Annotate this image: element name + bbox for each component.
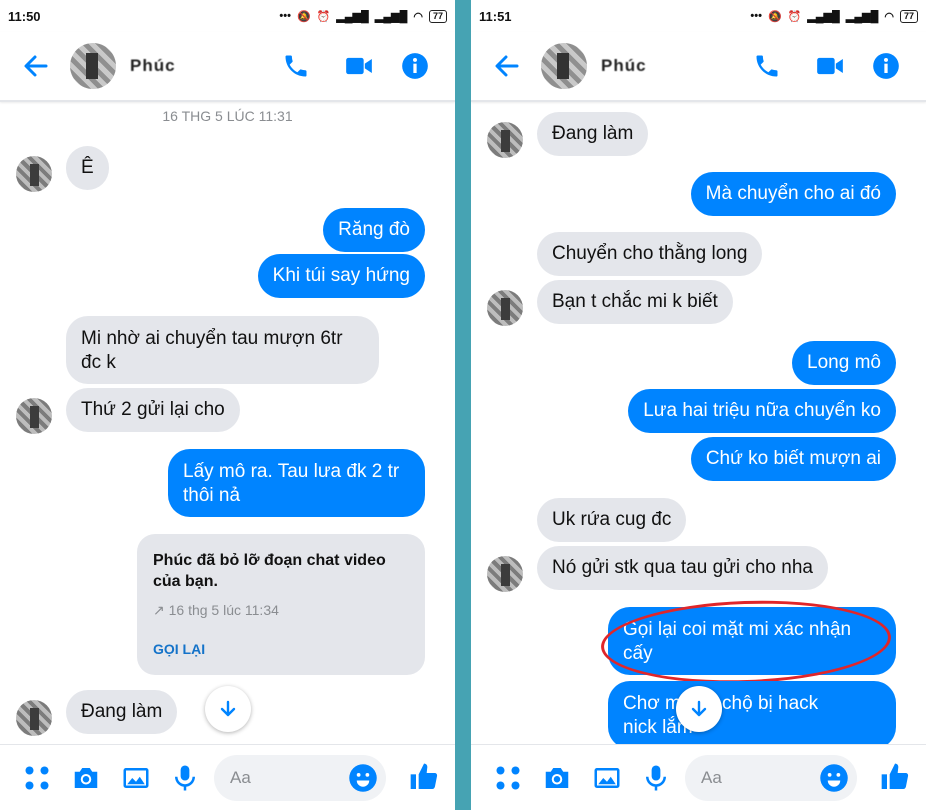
status-icons: ••• 🔕 ⏰ ▂▄▆█ ▂▄▆█ ◠ 77 <box>279 9 447 23</box>
microphone-icon[interactable] <box>170 763 200 793</box>
image-icon[interactable] <box>592 763 622 793</box>
message-outgoing[interactable]: Răng đò <box>323 208 425 252</box>
more-dots-icon: ••• <box>750 10 762 22</box>
message-incoming[interactable]: Đang làm <box>66 690 178 734</box>
phone-icon[interactable] <box>282 52 310 80</box>
message-line: Lấy mô ra. Tau lưa đk 2 tr <box>183 461 400 482</box>
signal-icon: ▂▄▆█ <box>807 10 840 23</box>
missed-call-time: ↗ 16 thg 5 lúc 11:34 <box>153 602 279 618</box>
composer-bar: Aa <box>0 744 455 810</box>
contact-avatar[interactable] <box>70 43 116 89</box>
video-camera-icon[interactable] <box>816 52 844 80</box>
message-outgoing[interactable]: Khi túi say hứng <box>257 254 425 298</box>
composer-bar: Aa <box>471 744 926 810</box>
chat-screen-right: 11:51 ••• 🔕 ⏰ ▂▄▆█ ▂▄▆█ ◠ 77 Phúc Đang l… <box>471 0 926 810</box>
message-list[interactable]: 16 THG 5 LÚC 11:31 Ê Răng đò Khi túi say… <box>0 104 455 744</box>
image-icon[interactable] <box>121 763 151 793</box>
message-incoming[interactable]: Chuyển cho thằng long <box>537 232 763 276</box>
avatar[interactable] <box>487 556 523 592</box>
back-arrow-icon[interactable] <box>491 50 523 82</box>
back-arrow-icon[interactable] <box>20 50 52 82</box>
avatar[interactable] <box>16 700 52 736</box>
conversation-header: Phúc <box>0 32 455 102</box>
message-line: nick lắm <box>623 717 693 738</box>
thumbs-up-icon[interactable] <box>408 761 440 793</box>
message-incoming[interactable]: Thứ 2 gửi lại cho <box>66 388 240 432</box>
contact-avatar[interactable] <box>541 43 587 89</box>
signal-icon-2: ▂▄▆█ <box>374 10 408 23</box>
wifi-icon: ◠ <box>413 10 423 23</box>
signal-icon: ▂▄▆█ <box>336 10 369 23</box>
contact-name[interactable]: Phúc <box>130 56 176 76</box>
contact-name[interactable]: Phúc <box>601 56 647 76</box>
info-icon[interactable] <box>872 52 900 80</box>
avatar[interactable] <box>487 290 523 326</box>
message-line: đc k <box>81 352 116 373</box>
video-camera-icon[interactable] <box>345 52 373 80</box>
status-bar: 11:51 ••• 🔕 ⏰ ▂▄▆█ ▂▄▆█ ◠ 77 <box>471 0 926 32</box>
avatar[interactable] <box>16 398 52 434</box>
message-incoming[interactable]: Bạn t chắc mi k biết <box>537 280 733 324</box>
message-outgoing[interactable]: Long mô <box>792 341 896 385</box>
arrow-down-icon <box>220 700 236 717</box>
battery-icon: 77 <box>428 9 447 23</box>
status-bar: 11:50 ••• 🔕 ⏰ ▂▄▆█ ▂▄▆█ ◠ 77 <box>0 0 455 32</box>
mute-icon: 🔕 <box>296 10 311 23</box>
status-time: 11:50 <box>8 8 41 24</box>
mute-icon: 🔕 <box>767 10 782 23</box>
arrow-down-icon <box>691 700 707 717</box>
conversation-timestamp: 16 THG 5 LÚC 11:31 <box>162 108 293 124</box>
avatar[interactable] <box>16 156 52 192</box>
alarm-icon: ⏰ <box>316 10 331 23</box>
message-incoming[interactable]: Mi nhờ ai chuyển tau mượn 6tr đc k <box>66 316 379 384</box>
message-input-placeholder: Aa <box>230 768 251 787</box>
message-outgoing[interactable]: Lấy mô ra. Tau lưa đk 2 tr thôi nả <box>168 449 425 517</box>
apps-grid-icon[interactable] <box>22 763 52 793</box>
chat-screen-left: 11:50 ••• 🔕 ⏰ ▂▄▆█ ▂▄▆█ ◠ 77 Phúc 16 THG… <box>0 0 455 810</box>
wifi-icon: ◠ <box>884 10 894 23</box>
message-text: Khi túi say hứng <box>272 265 410 286</box>
message-outgoing[interactable]: Chứ ko biết mượn ai <box>690 437 896 481</box>
message-outgoing[interactable]: Chơ m hay chộ bị hack nick lắm <box>608 681 896 744</box>
message-line: Mi nhờ ai chuyển tau mượn 6tr <box>81 328 343 349</box>
scroll-to-bottom-button[interactable] <box>205 686 251 732</box>
conversation-header: Phúc <box>471 32 926 102</box>
message-outgoing[interactable]: Lưa hai triệu nữa chuyển ko <box>628 389 896 433</box>
signal-icon-2: ▂▄▆█ <box>845 10 879 23</box>
emoji-icon[interactable] <box>348 763 378 793</box>
message-input-placeholder: Aa <box>701 768 722 787</box>
message-input[interactable]: Aa <box>214 755 386 801</box>
screenshot-divider <box>455 0 471 810</box>
call-back-button[interactable]: GỌI LẠI <box>153 641 409 657</box>
camera-icon[interactable] <box>542 763 572 793</box>
message-line: Chơ m hay chộ bị hack <box>623 693 819 714</box>
missed-call-title: Phúc đã bỏ lỡ đoạn chat video của bạn. <box>153 552 386 590</box>
more-dots-icon: ••• <box>279 10 291 22</box>
message-incoming[interactable]: Ê <box>66 146 109 190</box>
avatar[interactable] <box>487 122 523 158</box>
message-input[interactable]: Aa <box>685 755 857 801</box>
thumbs-up-icon[interactable] <box>879 761 911 793</box>
status-time: 11:51 <box>479 8 512 24</box>
battery-icon: 77 <box>899 9 918 23</box>
info-icon[interactable] <box>401 52 429 80</box>
message-incoming[interactable]: Uk rứa cug đc <box>537 498 687 542</box>
status-icons: ••• 🔕 ⏰ ▂▄▆█ ▂▄▆█ ◠ 77 <box>750 9 918 23</box>
message-incoming[interactable]: Nó gửi stk qua tau gửi cho nha <box>537 546 828 590</box>
alarm-icon: ⏰ <box>787 10 802 23</box>
apps-grid-icon[interactable] <box>493 763 523 793</box>
message-outgoing[interactable]: Mà chuyển cho ai đó <box>690 172 896 216</box>
message-incoming[interactable]: Đang làm <box>537 112 649 156</box>
scroll-to-bottom-button[interactable] <box>676 686 722 732</box>
message-list[interactable]: Đang làm Mà chuyển cho ai đó Chuyển cho … <box>471 104 926 744</box>
camera-icon[interactable] <box>71 763 101 793</box>
microphone-icon[interactable] <box>641 763 671 793</box>
phone-icon[interactable] <box>753 52 781 80</box>
emoji-icon[interactable] <box>819 763 849 793</box>
missed-video-call-card: Phúc đã bỏ lỡ đoạn chat video của bạn. ↗… <box>137 534 425 675</box>
message-line: thôi nả <box>183 485 241 506</box>
